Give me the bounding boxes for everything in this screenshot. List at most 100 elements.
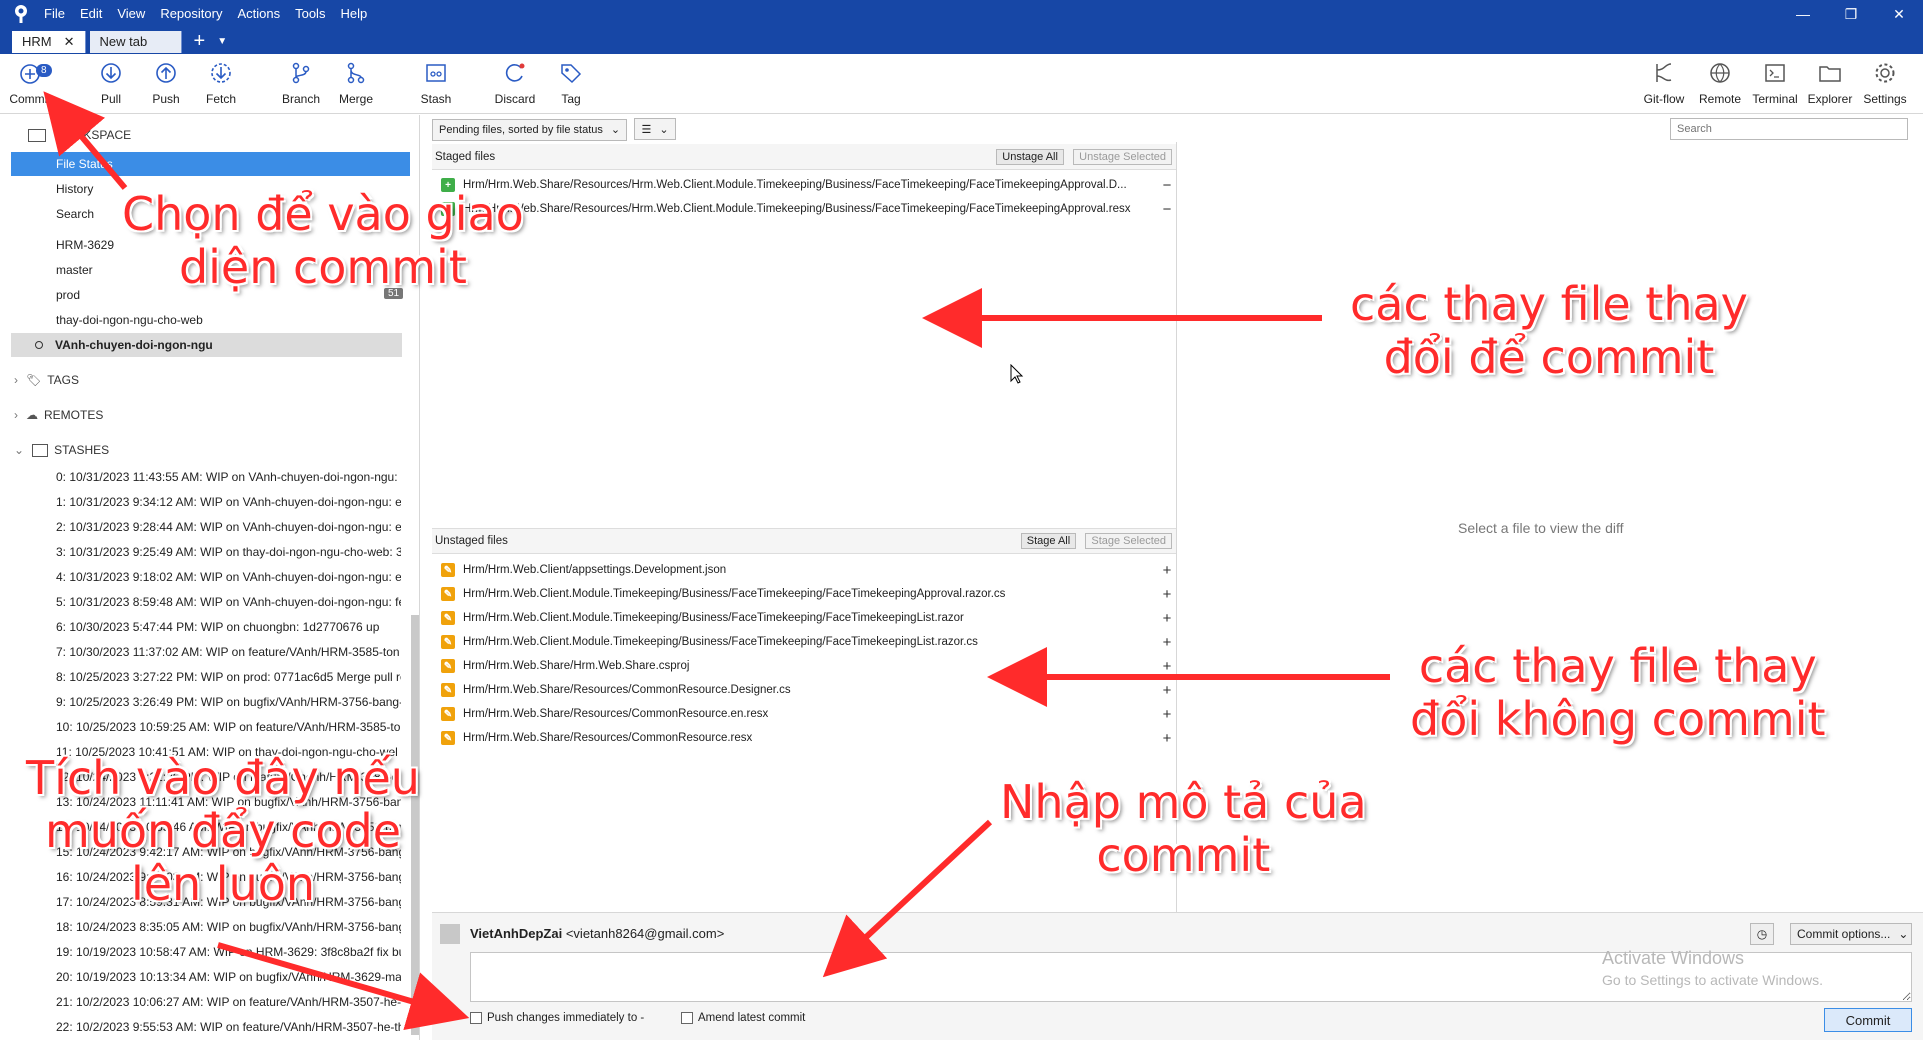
file-row[interactable]: ✎ Hrm/Hrm.Web.Share/Resources/CommonResou…	[432, 726, 1176, 750]
menu-file[interactable]: File	[44, 6, 65, 21]
stash-item[interactable]: 6: 10/30/2023 5:47:44 PM: WIP on chuongb…	[56, 615, 401, 639]
pending-files-dropdown[interactable]: Pending files, sorted by file status ⌄	[432, 118, 628, 141]
commit-options-dropdown[interactable]: Commit options... ⌄	[1790, 923, 1912, 945]
menu-actions[interactable]: Actions	[237, 6, 280, 21]
close-tab-icon[interactable]: ✕	[64, 34, 75, 50]
commit-submit-button[interactable]: Commit	[1824, 1008, 1912, 1032]
stash-item[interactable]: 2: 10/31/2023 9:28:44 AM: WIP on VAnh-ch…	[56, 515, 401, 539]
file-row[interactable]: ✎ Hrm/Hrm.Web.Client.Module.Timekeeping/B…	[432, 582, 1176, 606]
file-path: Hrm/Hrm.Web.Share/Resources/Hrm.Web.Clie…	[463, 203, 1131, 215]
file-row[interactable]: + Hrm/Hrm.Web.Share/Resources/Hrm.Web.Cli…	[432, 173, 1176, 197]
pull-button[interactable]: Pull	[83, 60, 139, 106]
menu-view[interactable]: View	[117, 6, 145, 21]
sidebar-item-history[interactable]: History	[56, 177, 93, 201]
menu-help[interactable]: Help	[340, 6, 367, 21]
push-button[interactable]: Push	[138, 60, 194, 106]
fetch-icon	[211, 63, 231, 83]
annotation-line: các thay file thay	[1418, 639, 1817, 693]
unstage-selected-button[interactable]: Unstage Selected	[1073, 148, 1172, 165]
view-mode-dropdown[interactable]: ☰ ⌄	[634, 118, 676, 140]
unstage-all-button[interactable]: Unstage All	[996, 148, 1064, 165]
branch-item[interactable]: master	[56, 258, 93, 282]
file-row[interactable]: ✎ Hrm/Hrm.Web.Client/appsettings.Developm…	[432, 558, 1176, 582]
workspace-label: WORKSPACE	[54, 128, 132, 142]
unstage-file-icon[interactable]: −	[1158, 177, 1176, 194]
branch-item[interactable]: HRM-3629	[56, 233, 114, 257]
menu-edit[interactable]: Edit	[80, 6, 102, 21]
search-input[interactable]	[1670, 118, 1908, 140]
file-row[interactable]: ✎ Hrm/Hrm.Web.Client.Module.Timekeeping/B…	[432, 630, 1176, 654]
workspace-header[interactable]: WORKSPACE	[28, 123, 131, 147]
annotation-line: diện commit	[178, 239, 467, 294]
remotes-header[interactable]: › ☁ REMOTES	[14, 403, 103, 427]
amend-commit-checkbox[interactable]: Amend latest commit	[681, 1012, 805, 1024]
gitflow-label: Git-flow	[1643, 92, 1685, 106]
file-row[interactable]: + Hrm/Hrm.Web.Share/Resources/Hrm.Web.Cli…	[432, 197, 1176, 221]
chevron-right-icon: ›	[14, 408, 18, 422]
stage-file-icon[interactable]: +	[1158, 610, 1176, 627]
stashes-header[interactable]: ⌄ STASHES	[14, 438, 109, 462]
stash-item[interactable]: 5: 10/31/2023 8:59:48 AM: WIP on VAnh-ch…	[56, 590, 401, 614]
commit-button[interactable]: 8 Commit	[2, 60, 58, 106]
gitflow-button[interactable]: Git-flow	[1636, 60, 1692, 106]
globe-icon	[1710, 63, 1730, 83]
stage-file-icon[interactable]: +	[1158, 562, 1176, 579]
stash-item[interactable]: 1: 10/31/2023 9:34:12 AM: WIP on VAnh-ch…	[56, 490, 401, 514]
stash-item[interactable]: 19: 10/19/2023 10:58:47 AM: WIP on HRM-3…	[56, 940, 401, 964]
tab-new[interactable]: New tab	[89, 30, 182, 53]
annotation-line: Nhập mô tả của	[1000, 775, 1367, 829]
stash-item[interactable]: 21: 10/2/2023 10:06:27 AM: WIP on featur…	[56, 990, 401, 1014]
stash-button[interactable]: Stash	[408, 60, 464, 106]
branch-label: master	[56, 263, 93, 277]
file-row[interactable]: ✎ Hrm/Hrm.Web.Share/Resources/CommonResou…	[432, 702, 1176, 726]
terminal-button[interactable]: Terminal	[1747, 60, 1803, 106]
branch-button[interactable]: Branch	[273, 60, 329, 106]
current-branch-item[interactable]: VAnh-chuyen-doi-ngon-ngu	[11, 333, 402, 357]
stage-file-icon[interactable]: +	[1158, 658, 1176, 675]
stage-selected-button[interactable]: Stage Selected	[1085, 533, 1172, 549]
restore-icon[interactable]: ❐	[1827, 0, 1875, 28]
sidebar-item-file-status[interactable]: File Status	[11, 152, 410, 176]
tab-dropdown-icon[interactable]: ▼	[217, 36, 227, 47]
stage-file-icon[interactable]: +	[1158, 706, 1176, 723]
branch-item[interactable]: thay-doi-ngon-ngu-cho-web	[56, 308, 203, 332]
tab-hrm[interactable]: HRM ✕	[12, 30, 86, 53]
cloud-icon: ☁	[26, 408, 38, 422]
file-row[interactable]: ✎ Hrm/Hrm.Web.Share/Hrm.Web.Share.csproj +	[432, 654, 1176, 678]
menu-repository[interactable]: Repository	[160, 6, 222, 21]
stash-item[interactable]: 3: 10/31/2023 9:25:49 AM: WIP on thay-do…	[56, 540, 401, 564]
stash-item[interactable]: 7: 10/30/2023 11:37:02 AM: WIP on featur…	[56, 640, 401, 664]
add-tab-icon[interactable]: +	[194, 30, 206, 53]
tags-header[interactable]: › 🏷 TAGS	[14, 368, 79, 392]
stash-item[interactable]: 10: 10/25/2023 10:59:25 AM: WIP on featu…	[56, 715, 401, 739]
file-row[interactable]: ✎ Hrm/Hrm.Web.Share/Resources/CommonResou…	[432, 678, 1176, 702]
menu-tools[interactable]: Tools	[295, 6, 325, 21]
settings-button[interactable]: Settings	[1857, 60, 1913, 106]
stash-item[interactable]: 0: 10/31/2023 11:43:55 AM: WIP on VAnh-c…	[56, 465, 401, 489]
discard-button[interactable]: Discard	[487, 60, 543, 106]
terminal-label: Terminal	[1752, 92, 1798, 106]
tag-button[interactable]: Tag	[543, 60, 599, 106]
stage-file-icon[interactable]: +	[1158, 730, 1176, 747]
stash-item[interactable]: 18: 10/24/2023 8:35:05 AM: WIP on bugfix…	[56, 915, 401, 939]
stash-item[interactable]: 4: 10/31/2023 9:18:02 AM: WIP on VAnh-ch…	[56, 565, 401, 589]
close-window-icon[interactable]: ✕	[1875, 0, 1923, 28]
unstage-file-icon[interactable]: −	[1158, 201, 1176, 218]
sidebar-item-search[interactable]: Search	[56, 202, 94, 226]
explorer-button[interactable]: Explorer	[1802, 60, 1858, 106]
remote-button[interactable]: Remote	[1692, 60, 1748, 106]
fetch-button[interactable]: Fetch	[193, 60, 249, 106]
stage-file-icon[interactable]: +	[1158, 682, 1176, 699]
minimize-icon[interactable]: —	[1779, 0, 1827, 28]
stash-item[interactable]: 20: 10/19/2023 10:13:34 AM: WIP on bugfi…	[56, 965, 401, 989]
stash-item[interactable]: 9: 10/25/2023 3:26:49 PM: WIP on bugfix/…	[56, 690, 401, 714]
stage-file-icon[interactable]: +	[1158, 634, 1176, 651]
history-clock-button[interactable]: ◷	[1750, 923, 1774, 945]
stash-item[interactable]: 22: 10/2/2023 9:55:53 AM: WIP on feature…	[56, 1015, 401, 1039]
push-immediately-checkbox[interactable]: Push changes immediately to -	[470, 1012, 644, 1024]
merge-button[interactable]: Merge	[328, 60, 384, 106]
stage-all-button[interactable]: Stage All	[1020, 533, 1077, 549]
file-row[interactable]: ✎ Hrm/Hrm.Web.Client.Module.Timekeeping/B…	[432, 606, 1176, 630]
stage-file-icon[interactable]: +	[1158, 586, 1176, 603]
stash-item[interactable]: 8: 10/25/2023 3:27:22 PM: WIP on prod: 0…	[56, 665, 401, 689]
